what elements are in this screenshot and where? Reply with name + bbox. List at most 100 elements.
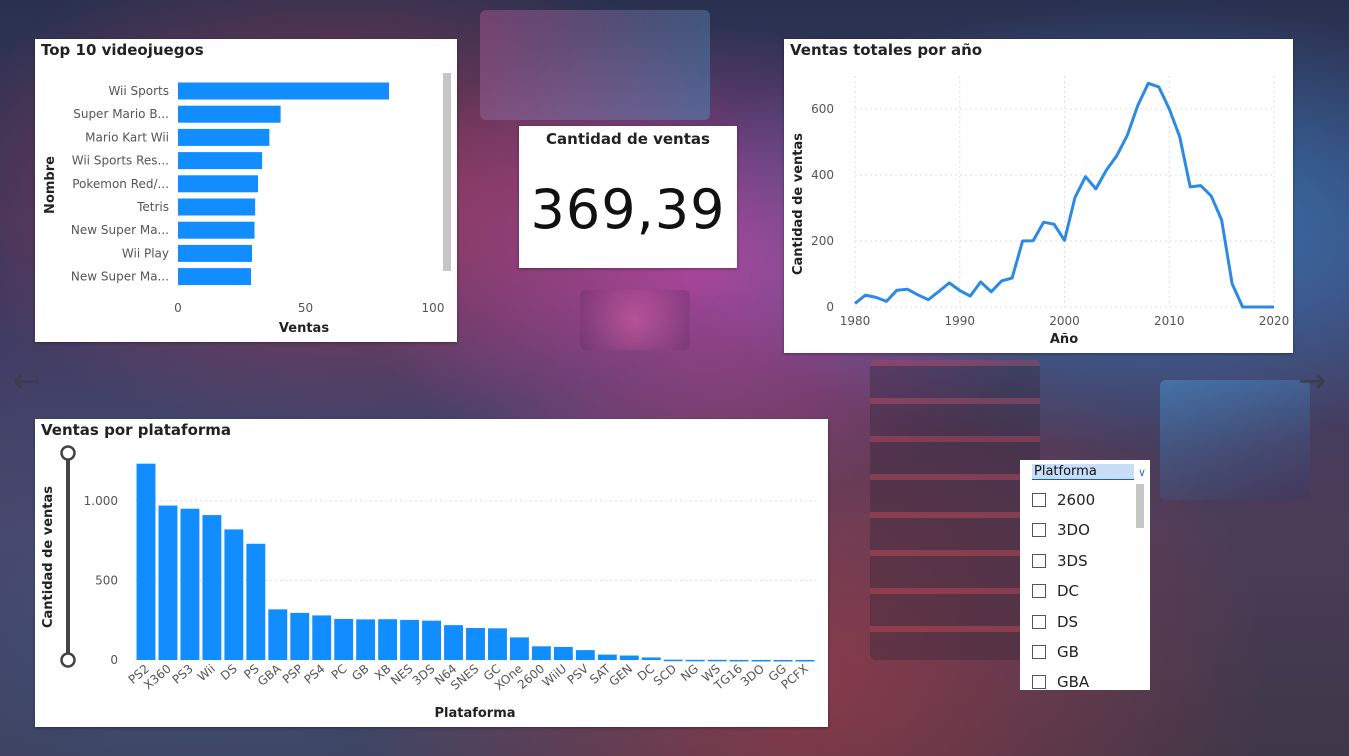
slicer-item-3ds[interactable]: 3DS bbox=[1032, 550, 1088, 572]
checkbox[interactable] bbox=[1032, 493, 1046, 507]
slicer-list[interactable]: 2600 3DO 3DS DC DS GB GBA bbox=[1020, 484, 1150, 689]
top10-bar bbox=[178, 198, 256, 216]
yearly-x-tick: 2010 bbox=[1154, 314, 1185, 328]
yearly-x-tick: 1990 bbox=[944, 314, 975, 328]
platform-bar bbox=[158, 505, 178, 660]
top10-x-axis-label: Ventas bbox=[279, 321, 329, 336]
background-neon-sign bbox=[580, 290, 690, 350]
platform-category-label: PS3 bbox=[170, 662, 196, 687]
yearly-x-axis-label: Año bbox=[1050, 332, 1078, 347]
top10-x-tick: 50 bbox=[298, 301, 313, 315]
previous-page-arrow-icon[interactable]: ← bbox=[12, 364, 41, 398]
top10-bar bbox=[178, 152, 263, 170]
slicer-title[interactable]: Platforma bbox=[1032, 464, 1134, 480]
platform-category-label: PSV bbox=[565, 661, 592, 687]
kpi-card: Cantidad de ventas 369,39 bbox=[519, 126, 737, 268]
platform-bar bbox=[180, 508, 200, 660]
yearly-y-tick: 0 bbox=[826, 300, 834, 314]
platform-bar bbox=[136, 463, 156, 660]
top10-category-label: Mario Kart Wii bbox=[85, 130, 169, 144]
platform-y-axis-label: Cantidad de ventas bbox=[41, 486, 56, 628]
platform-bar bbox=[597, 654, 617, 660]
platform-bar bbox=[246, 543, 266, 660]
slicer-item-gb[interactable]: GB bbox=[1032, 641, 1079, 663]
checkbox[interactable] bbox=[1032, 554, 1046, 568]
yearly-x-tick: 2000 bbox=[1049, 314, 1080, 328]
top10-category-label: Pokemon Red/... bbox=[72, 177, 169, 191]
top10-y-axis-label: Nombre bbox=[43, 156, 58, 214]
yearly-y-tick: 400 bbox=[811, 168, 834, 182]
platform-bar bbox=[356, 619, 376, 660]
platform-slicer[interactable]: Platforma ∨ 2600 3DO 3DS DC DS GB GBA bbox=[1020, 460, 1150, 690]
platform-bar bbox=[202, 515, 222, 660]
slicer-item-label: GB bbox=[1057, 643, 1079, 661]
chevron-down-icon[interactable]: ∨ bbox=[1138, 466, 1146, 479]
platform-bar bbox=[685, 659, 705, 662]
platform-bar bbox=[268, 609, 288, 660]
platform-category-label: PC bbox=[329, 662, 350, 683]
yearly-y-tick: 600 bbox=[811, 102, 834, 116]
platform-bar bbox=[290, 612, 310, 660]
checkbox[interactable] bbox=[1032, 523, 1046, 537]
platform-bar bbox=[488, 628, 507, 660]
yearly-x-tick: 1980 bbox=[840, 314, 871, 328]
top10-bar bbox=[178, 268, 251, 286]
next-page-arrow-icon[interactable]: → bbox=[1298, 364, 1327, 398]
slicer-item-gba[interactable]: GBA bbox=[1032, 671, 1089, 689]
top10-category-label: New Super Ma... bbox=[71, 270, 169, 284]
slicer-item-label: 3DO bbox=[1057, 521, 1090, 539]
slicer-item-2600[interactable]: 2600 bbox=[1032, 489, 1095, 511]
checkbox[interactable] bbox=[1032, 675, 1046, 689]
platform-bar bbox=[466, 627, 485, 660]
yearly-x-tick: 2020 bbox=[1259, 314, 1290, 328]
top10-x-tick: 0 bbox=[174, 301, 182, 315]
kpi-value: 369,39 bbox=[530, 178, 726, 241]
platform-bar bbox=[422, 620, 442, 660]
top10-bar bbox=[178, 105, 281, 123]
platform-bar bbox=[707, 659, 727, 662]
zoom-slider-top-handle[interactable] bbox=[60, 445, 76, 461]
platform-chart-card[interactable]: Ventas por plataforma Cantidad de ventas… bbox=[35, 419, 828, 727]
slicer-item-ds[interactable]: DS bbox=[1032, 611, 1078, 633]
slicer-item-dc[interactable]: DC bbox=[1032, 580, 1079, 602]
platform-bar bbox=[729, 659, 749, 662]
platform-category-label: DS bbox=[218, 662, 240, 684]
platform-bar bbox=[553, 646, 573, 660]
top10-category-label: Wii Play bbox=[122, 246, 169, 260]
zoom-slider-bottom-handle[interactable] bbox=[60, 652, 76, 668]
checkbox[interactable] bbox=[1032, 615, 1046, 629]
top10-chart-card[interactable]: Top 10 videojuegos Nombre Ventas Wii Spo… bbox=[35, 39, 457, 342]
checkbox[interactable] bbox=[1032, 584, 1046, 598]
platform-bar bbox=[312, 615, 332, 660]
platform-category-label: GEN bbox=[606, 662, 635, 689]
top10-scrollbar[interactable] bbox=[443, 73, 451, 271]
platform-bar-chart: Cantidad de ventas Plataforma 0 500 1.000 P… bbox=[41, 445, 816, 721]
background-screen bbox=[1160, 380, 1310, 500]
yearly-chart-card[interactable]: Ventas totales por año Cantidad de venta… bbox=[784, 39, 1293, 353]
slicer-item-label: 3DS bbox=[1057, 552, 1088, 570]
top10-bar bbox=[178, 244, 253, 262]
platform-category-label: Wii bbox=[195, 662, 218, 684]
checkbox[interactable] bbox=[1032, 645, 1046, 659]
slicer-item-3do[interactable]: 3DO bbox=[1032, 519, 1090, 541]
platform-bar bbox=[619, 655, 639, 660]
slicer-scrollbar[interactable] bbox=[1136, 484, 1144, 528]
slicer-item-label: DC bbox=[1057, 582, 1080, 600]
platform-bar bbox=[773, 659, 793, 662]
zoom-slider-track[interactable] bbox=[66, 453, 70, 659]
platform-bar bbox=[400, 619, 420, 660]
platform-bar bbox=[575, 650, 595, 660]
zoom-slider[interactable] bbox=[60, 445, 76, 668]
yearly-y-axis-label: Cantidad de ventas bbox=[791, 133, 806, 275]
platform-category-label: SCD bbox=[651, 662, 679, 689]
platform-bar bbox=[531, 646, 551, 660]
top10-bar bbox=[178, 128, 270, 146]
platform-bar bbox=[641, 657, 661, 660]
platform-bar bbox=[334, 618, 354, 660]
platform-bar bbox=[509, 637, 529, 660]
platform-bar bbox=[444, 625, 463, 660]
platform-category-label: PS4 bbox=[301, 662, 327, 687]
top10-x-tick: 100 bbox=[422, 301, 445, 315]
top10-category-label: Super Mario B... bbox=[73, 107, 169, 121]
top10-bar-chart: Nombre Ventas Wii Sports Super Mario B...… bbox=[43, 73, 451, 336]
